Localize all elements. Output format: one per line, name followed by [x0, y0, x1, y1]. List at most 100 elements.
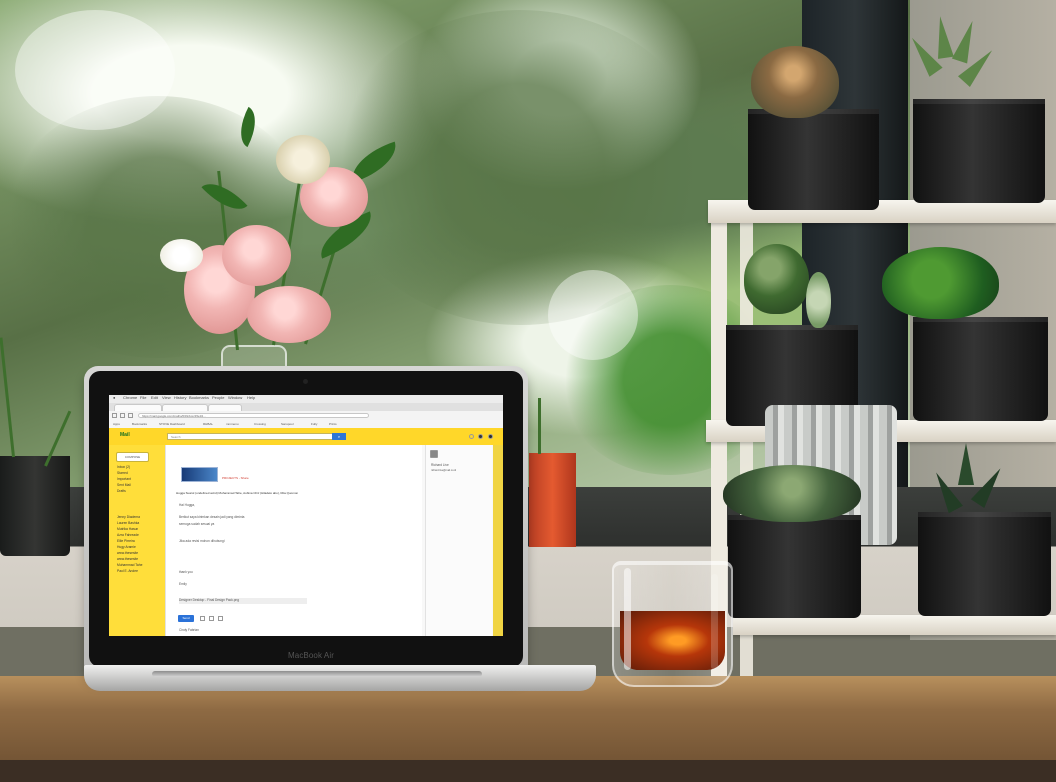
- forward-icon[interactable]: [120, 413, 125, 418]
- contact-item[interactable]: Jenny Diadema: [117, 515, 140, 519]
- contact-item[interactable]: Paul E. Andee: [117, 569, 138, 573]
- contact-item[interactable]: www.thesesite: [117, 551, 138, 555]
- browser-tab[interactable]: [162, 404, 208, 411]
- mail-search-input[interactable]: Search: [167, 433, 341, 440]
- mail-header: Mail Search ⌕: [109, 428, 503, 445]
- nav-starred[interactable]: Starred: [117, 471, 128, 475]
- camera-icon: [303, 379, 308, 384]
- left-plant-pot: [0, 456, 70, 556]
- top-right-pot: [913, 99, 1045, 203]
- browser-tab[interactable]: [208, 404, 242, 411]
- red-plant-pot: [529, 453, 576, 547]
- notification-icon[interactable]: [478, 434, 483, 439]
- bookmark-fully[interactable]: Fully: [311, 422, 317, 426]
- red-pot-stem: [538, 398, 541, 454]
- attachment-label[interactable]: PROJECTS - Share: [222, 476, 249, 480]
- bottom-left-pot: [728, 515, 861, 618]
- message-body-line: Jika ada revisi mohon dihubungi: [179, 539, 225, 543]
- menu-bookmarks[interactable]: Bookmarks: [189, 395, 209, 400]
- bookmark-rhbal[interactable]: RHBAL: [203, 422, 213, 426]
- sunlight-bokeh: [15, 10, 175, 130]
- bottom-shelf-board: [733, 615, 1056, 635]
- top-left-pot: [748, 109, 879, 210]
- back-icon[interactable]: [112, 413, 117, 418]
- menu-edit[interactable]: Edit: [151, 395, 158, 400]
- contact-item[interactable]: Mutrika Hasun: [117, 527, 138, 531]
- image-attachment-thumbnail[interactable]: [181, 467, 218, 482]
- browser-tab-bar: [109, 403, 503, 411]
- menu-view[interactable]: View: [162, 395, 171, 400]
- menu-people[interactable]: People: [212, 395, 224, 400]
- contact-item[interactable]: Ellie Pirreira: [117, 539, 135, 543]
- nav-drafts[interactable]: Drafts: [117, 489, 126, 493]
- contact-item[interactable]: Lauren Bashka: [117, 521, 139, 525]
- mail-sidebar: COMPOSE Inbox (2) Starred Important Sent…: [109, 445, 165, 636]
- sunlight-bokeh: [548, 270, 638, 360]
- compose-button[interactable]: COMPOSE: [116, 452, 149, 462]
- apps-icon[interactable]: [469, 434, 474, 439]
- bottom-right-pot: [918, 512, 1051, 616]
- link-icon[interactable]: [218, 616, 223, 621]
- glass-reflection: [711, 574, 718, 670]
- menu-history[interactable]: History: [174, 395, 186, 400]
- white-flower: [160, 239, 203, 272]
- bookmark-apps[interactable]: Apps: [113, 422, 120, 426]
- apple-icon[interactable]: ●: [113, 395, 115, 400]
- tree-foliage-center: [330, 10, 710, 325]
- zebra-succulent-leaf: [958, 443, 974, 485]
- laptop-brand-label: MacBook Air: [288, 651, 335, 660]
- mail-scrollbar[interactable]: [493, 445, 503, 636]
- bookmark-bookmarks[interactable]: Bookmarks: [132, 422, 147, 426]
- avatar[interactable]: [488, 434, 493, 439]
- laptop-screen: ● Chrome File Edit View History Bookmark…: [109, 395, 503, 636]
- contact-avatar: [430, 450, 438, 458]
- bookmark-mmmenu[interactable]: mmmenu: [226, 422, 239, 426]
- bookmark-crossing[interactable]: Crossing: [254, 422, 266, 426]
- format-icon[interactable]: [200, 616, 205, 621]
- address-input[interactable]: https://mail.google.com/mail/u/0/#inbox/…: [138, 413, 369, 418]
- paddle-cactus: [806, 272, 831, 328]
- menu-chrome[interactable]: Chrome: [123, 395, 137, 400]
- pink-flower: [222, 225, 291, 286]
- contact-sidebar: Richard Live richard.live@mail.co.id: [425, 445, 492, 636]
- attachment-file-name[interactable]: Designer Desktop - Final Design Pack.png: [179, 598, 307, 604]
- menu-help[interactable]: Help: [247, 395, 255, 400]
- laptop-keyboard-base: [84, 665, 596, 691]
- bookmark-stove-dashboard[interactable]: STOVE Dashboard: [159, 422, 185, 426]
- reload-icon[interactable]: [128, 413, 133, 418]
- bookmark-sanspool[interactable]: Sanspool: [281, 422, 294, 426]
- mail-logo: Mail: [120, 432, 130, 438]
- bookmark-prints[interactable]: Prints: [329, 422, 337, 426]
- menu-file[interactable]: File: [140, 395, 146, 400]
- cluster-cactus: [723, 465, 861, 522]
- send-button[interactable]: Send: [178, 615, 194, 622]
- message-subject: Hugga Suarol (undefined ad.id) Muhammad …: [176, 491, 299, 495]
- message-body-line: semoga sudah sesuai ya: [179, 522, 215, 526]
- leafy-cactus: [882, 247, 999, 319]
- contact-item[interactable]: www.thesesite: [117, 557, 138, 561]
- footer-sender-name: Cindy Fabrian: [179, 628, 199, 632]
- pink-flower: [247, 286, 331, 343]
- contact-item[interactable]: Hugy Aramie: [117, 545, 136, 549]
- hot-tea: [620, 611, 725, 670]
- middle-right-pot: [913, 317, 1048, 421]
- round-cactus: [751, 46, 839, 118]
- message-body-line: thank you: [179, 570, 193, 574]
- nav-inbox[interactable]: Inbox (2): [117, 465, 130, 469]
- contact-name: Richard Live: [431, 463, 449, 467]
- nav-important[interactable]: Important: [117, 477, 131, 481]
- contact-item[interactable]: Azra Fahreade: [117, 533, 139, 537]
- contact-item[interactable]: Muhammad Tahe: [117, 563, 142, 567]
- workspace-photo: MacBook Air ● Chrome File Edit View Hist…: [0, 0, 1056, 782]
- contact-email: richard.live@mail.co.id: [431, 469, 457, 472]
- browser-tab[interactable]: [114, 404, 162, 411]
- message-greeting: Hai Hugga,: [179, 503, 195, 507]
- message-body-line: Berikut saya kirimkan desain jadi yang d…: [179, 515, 245, 519]
- message-body-line: Emily: [179, 582, 187, 586]
- table-edge: [0, 760, 1056, 782]
- nav-sent-mail[interactable]: Sent Mail: [117, 483, 131, 487]
- cream-flower-bud: [276, 135, 330, 184]
- search-icon[interactable]: ⌕: [332, 433, 346, 440]
- menu-window[interactable]: Window: [228, 395, 242, 400]
- attach-icon[interactable]: [209, 616, 214, 621]
